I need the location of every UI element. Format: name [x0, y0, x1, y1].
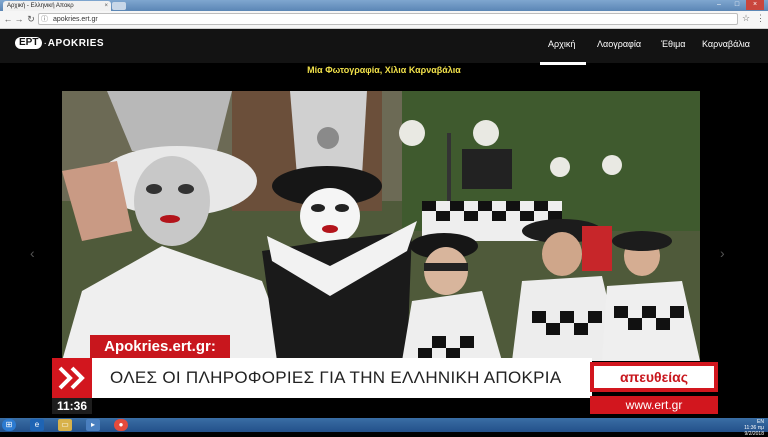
- ticker-headline: ΟΛΕΣ ΟΙ ΠΛΗΡΟΦΟΡΙΕΣ ΓΙΑ ΤΗΝ ΕΛΛΗΝΙΚΗ ΑΠΟ…: [110, 368, 562, 387]
- ticker-logo: [52, 358, 92, 398]
- start-icon[interactable]: ⊞: [2, 419, 16, 431]
- site-header: [0, 29, 768, 63]
- overlay-tag: Apokries.ert.gr:: [90, 335, 230, 359]
- broadcast-clock: 11:36: [52, 398, 92, 414]
- page-info-icon[interactable]: ⓘ: [41, 14, 48, 24]
- new-tab-button[interactable]: [112, 2, 126, 10]
- site-logo[interactable]: ΕΡΤ · APOKRIES: [15, 36, 104, 50]
- explorer-icon[interactable]: ▭: [58, 419, 72, 431]
- carnival-photo[interactable]: [62, 91, 700, 361]
- close-window-button[interactable]: ×: [746, 0, 764, 10]
- live-label: απευθείας: [594, 366, 714, 388]
- channel-url: www.ert.gr: [590, 396, 718, 414]
- tab-close-icon[interactable]: ×: [104, 1, 108, 11]
- carousel-next-icon[interactable]: ›: [720, 245, 725, 261]
- nav-item-folklore[interactable]: Λαογραφία: [597, 39, 641, 49]
- menu-icon[interactable]: ⋮: [756, 13, 765, 24]
- star-icon[interactable]: ☆: [742, 13, 750, 24]
- nav-item-customs[interactable]: Έθιμα: [661, 39, 685, 49]
- nav-item-home[interactable]: Αρχική: [548, 39, 575, 49]
- tab-title: Αρχική - Ελληνική Αποκρ: [7, 3, 74, 9]
- address-bar[interactable]: apokries.ert.gr: [38, 13, 738, 25]
- forward-icon[interactable]: →: [13, 13, 25, 25]
- system-tray[interactable]: EN 11:36 πμ 9/2/2018: [668, 419, 764, 437]
- chrome-icon[interactable]: ●: [114, 419, 128, 431]
- nav-item-carnivals[interactable]: Καρναβάλια: [702, 39, 750, 49]
- reload-icon[interactable]: ↻: [25, 13, 37, 25]
- double-chevron-icon: [58, 366, 85, 390]
- browser-tab[interactable]: Αρχική - Ελληνική Αποκρ ×: [3, 1, 111, 11]
- maximize-button[interactable]: □: [728, 0, 746, 10]
- logo-badge: ΕΡΤ: [15, 37, 43, 49]
- logo-separator: ·: [43, 37, 47, 49]
- carousel-prev-icon[interactable]: ‹: [30, 245, 35, 261]
- media-icon[interactable]: ▸: [86, 419, 100, 431]
- logo-name: APOKRIES: [47, 37, 105, 49]
- ie-icon[interactable]: e: [30, 419, 44, 431]
- minimize-button[interactable]: –: [710, 0, 728, 10]
- page-subtitle: Μία Φωτογραφία, Χίλια Καρναβάλια: [307, 65, 461, 75]
